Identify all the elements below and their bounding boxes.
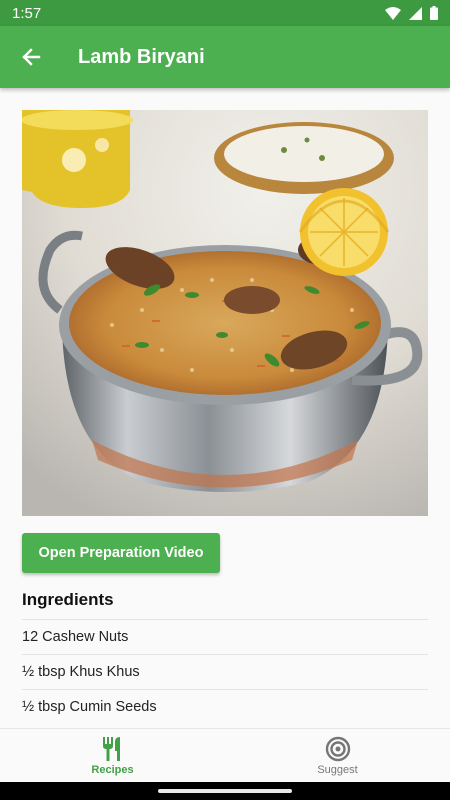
ingredients-heading: Ingredients — [22, 590, 114, 609]
status-icons — [385, 6, 438, 20]
status-time: 1:57 — [12, 4, 42, 22]
fork-knife-icon — [102, 736, 120, 761]
bottom-navigation: Recipes Suggest — [0, 728, 450, 782]
page-title: Lamb Biryani — [78, 45, 205, 68]
back-button[interactable] — [0, 26, 62, 88]
nav-label-recipes: Recipes — [91, 763, 134, 776]
arrow-back-icon — [22, 48, 41, 66]
battery-icon — [430, 6, 438, 20]
app-bar: Lamb Biryani — [0, 26, 450, 88]
status-bar: 1:57 — [0, 0, 450, 26]
wifi-icon — [385, 6, 401, 20]
ingredients-list: 12 Cashew Nuts ½ tbsp Khus Khus ½ tbsp C… — [22, 619, 428, 724]
ingredient-item: ½ tbsp Khus Khus — [22, 654, 428, 689]
nav-recipes[interactable]: Recipes — [0, 729, 225, 782]
ingredient-item: ½ tbsp Cumin Seeds — [22, 689, 428, 724]
signal-icon — [409, 6, 422, 20]
target-icon — [325, 736, 350, 761]
ingredient-item: 12 Cashew Nuts — [22, 619, 428, 654]
open-video-button[interactable]: Open Preparation Video — [22, 533, 220, 573]
recipe-image — [22, 110, 428, 516]
home-indicator[interactable] — [158, 789, 292, 793]
recipe-content[interactable]: Open Preparation Video Ingredients 12 Ca… — [0, 88, 450, 728]
nav-suggest[interactable]: Suggest — [225, 729, 450, 782]
nav-label-suggest: Suggest — [317, 763, 358, 776]
system-navigation-bar — [0, 782, 450, 800]
